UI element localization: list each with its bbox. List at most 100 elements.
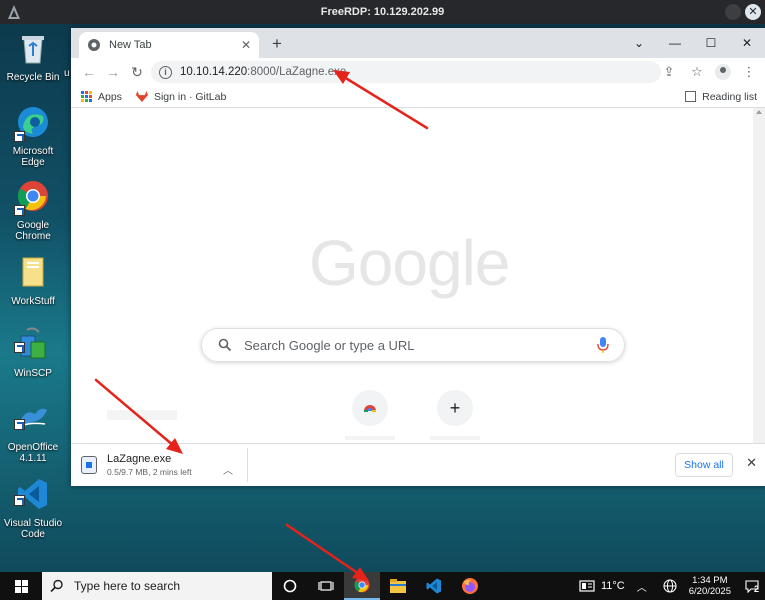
search-box[interactable]: Search Google or type a URL: [201, 328, 625, 362]
tab-close-icon[interactable]: ✕: [241, 38, 251, 52]
taskbar-file-explorer[interactable]: [380, 572, 416, 600]
bookmark-gitlab[interactable]: Sign in · GitLab: [135, 90, 227, 103]
rdp-title: FreeRDP: 10.129.202.99: [320, 6, 445, 18]
network-globe-icon[interactable]: [663, 579, 677, 593]
clock-time: 1:34 PM: [692, 575, 728, 586]
recycle-bin-icon: [22, 36, 44, 64]
taskbar-chrome[interactable]: [344, 572, 380, 600]
clock-date: 6/20/2025: [688, 586, 731, 597]
chevron-up-icon[interactable]: ︿: [223, 462, 233, 477]
clock[interactable]: 1:34 PM 6/20/2025: [689, 575, 731, 597]
firefox-icon: [462, 578, 478, 594]
minimize-button[interactable]: —: [657, 28, 693, 58]
partial-desktop-label: u: [64, 68, 70, 79]
desktop-icon-label: Google Chrome: [15, 220, 51, 242]
temperature[interactable]: 11°C: [601, 580, 625, 592]
desktop-icon-label: WinSCP: [14, 368, 52, 379]
tab-new-tab[interactable]: New Tab ✕: [79, 32, 259, 58]
share-icon[interactable]: ⇪: [659, 62, 679, 82]
reload-button[interactable]: ↻: [127, 62, 147, 82]
shortcut-tile-chrome[interactable]: [352, 390, 388, 426]
address-bar[interactable]: i 10.10.14.220:8000/LaZagne.exe: [151, 61, 661, 83]
rdp-minimize-button[interactable]: [725, 4, 741, 20]
notifications-button[interactable]: 2: [739, 572, 765, 600]
system-tray: 11°C ︿ 1:34 PM 6/20/2025 2: [579, 572, 765, 600]
chrome-window: New Tab ✕ + ⌄ — ☐ ✕ ← → ↻ i 10.10.14.220…: [71, 28, 765, 486]
reading-list-button[interactable]: Reading list: [685, 91, 757, 103]
news-weather-icon[interactable]: [579, 580, 595, 592]
scroll-up-icon[interactable]: [756, 110, 762, 114]
download-separator: [247, 448, 248, 482]
bookmark-star-icon[interactable]: ☆: [687, 62, 707, 82]
file-explorer-icon: [390, 579, 406, 593]
gitlab-icon: [135, 91, 148, 102]
url-path: :8000/LaZagne.exe: [247, 66, 347, 78]
search-icon: [50, 579, 63, 593]
rdp-close-button[interactable]: ✕: [745, 4, 761, 20]
download-item[interactable]: LaZagne.exe 0.5/9.7 MB, 2 mins left: [81, 450, 241, 480]
page-scrollbar[interactable]: [753, 108, 765, 443]
desktop-icon-label: Microsoft Edge: [12, 146, 54, 168]
tab-search-icon[interactable]: ⌄: [621, 28, 657, 58]
tab-title: New Tab: [109, 39, 152, 51]
shortcut-arrow-icon: [14, 205, 25, 216]
download-status: 0.5/9.7 MB, 2 mins left: [107, 467, 192, 477]
cortana-circle-icon: [283, 579, 297, 593]
cortana-button[interactable]: [272, 572, 308, 600]
faded-text-placeholder: [107, 410, 177, 420]
shortcut-arrow-icon: [14, 419, 25, 430]
windows-logo-icon: [15, 580, 28, 593]
desktop-icon-chrome[interactable]: Google Chrome: [0, 178, 66, 242]
chrome-shortcut-icon: [364, 405, 376, 412]
google-logo: Google: [309, 227, 510, 299]
site-info-icon[interactable]: i: [159, 65, 172, 79]
desktop-icon-workstuff[interactable]: WorkStuff: [0, 254, 66, 307]
chevron-up-icon[interactable]: ︿: [637, 579, 647, 594]
file-icon: [81, 456, 97, 474]
shortcut-arrow-icon: [14, 342, 25, 353]
desktop-icon-edge[interactable]: Microsoft Edge: [0, 104, 66, 168]
desktop-icon-label: Recycle Bin: [6, 72, 60, 83]
search-placeholder: Search Google or type a URL: [244, 337, 415, 353]
taskbar-search-placeholder: Type here to search: [74, 579, 181, 593]
tab-strip: New Tab ✕ + ⌄ — ☐ ✕: [71, 28, 765, 58]
desktop-icon-openoffice[interactable]: OpenOffice 4.1.11: [0, 400, 66, 464]
desktop-icon-recycle-bin[interactable]: Recycle Bin: [0, 30, 66, 83]
close-shelf-icon[interactable]: ✕: [746, 455, 757, 471]
profile-avatar-icon[interactable]: [715, 64, 731, 80]
openoffice-icon: [19, 408, 47, 427]
bookmark-label: Apps: [98, 90, 122, 103]
microphone-icon[interactable]: [596, 336, 610, 354]
search-icon: [218, 338, 232, 352]
back-button[interactable]: ←: [79, 62, 99, 82]
toolbar: ← → ↻ i 10.10.14.220:8000/LaZagne.exe ⇪ …: [71, 58, 765, 86]
desktop-icon-label: Visual Studio Code: [3, 518, 63, 540]
show-all-button[interactable]: Show all: [675, 453, 733, 477]
vscode-icon: [426, 578, 441, 594]
chrome-favicon-icon: [88, 39, 100, 51]
shortcut-arrow-icon: [14, 495, 25, 506]
start-button[interactable]: [0, 572, 42, 600]
desktop-icon-label: OpenOffice 4.1.11: [7, 442, 59, 464]
freerdp-logo-icon: [8, 5, 20, 19]
desktop-icon-vscode[interactable]: Visual Studio Code: [0, 476, 66, 540]
apps-grid-icon: [81, 91, 92, 102]
task-view-button[interactable]: [308, 572, 344, 600]
new-tab-button[interactable]: +: [267, 34, 287, 54]
maximize-button[interactable]: ☐: [693, 28, 729, 58]
rdp-title-bar: FreeRDP: 10.129.202.99 ✕: [0, 0, 765, 24]
reading-list-label: Reading list: [702, 90, 757, 103]
taskbar-search[interactable]: Type here to search: [42, 572, 272, 600]
bookmark-apps[interactable]: Apps: [81, 91, 122, 103]
bookmark-label: Sign in · GitLab: [153, 90, 227, 103]
forward-button[interactable]: →: [103, 62, 123, 82]
notification-count: 2: [754, 584, 760, 594]
new-tab-page: Google Search Google or type a URL +: [71, 108, 765, 443]
taskbar-vscode[interactable]: [416, 572, 452, 600]
download-filename: LaZagne.exe: [107, 453, 172, 465]
menu-kebab-icon[interactable]: ⋮: [739, 62, 759, 82]
desktop-icon-winscp[interactable]: WinSCP: [0, 326, 66, 379]
add-shortcut-button[interactable]: +: [437, 390, 473, 426]
taskbar-firefox[interactable]: [452, 572, 488, 600]
close-button[interactable]: ✕: [729, 28, 765, 58]
